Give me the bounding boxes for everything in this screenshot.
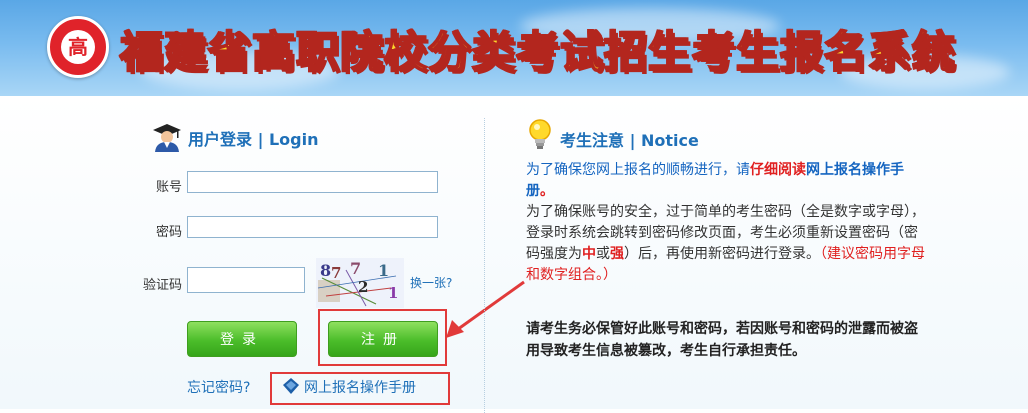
arrow-annotation-icon	[446, 280, 525, 338]
password-label: 密码	[155, 225, 182, 240]
lightbulb-icon	[529, 119, 551, 149]
notice-warning: 请考生务必保管好此账号和密码，若因账号和密码的泄露而被盗用导致考生信息被篡改，考…	[526, 321, 918, 359]
captcha-input[interactable]	[187, 267, 305, 293]
school-logo: 高	[47, 16, 109, 78]
book-icon	[283, 378, 299, 394]
svg-text:8: 8	[320, 261, 331, 280]
notice-text: ）后，再使用新密码进行登录。	[624, 246, 820, 262]
section-divider	[484, 118, 485, 413]
notice-text: 或	[596, 246, 610, 262]
site-title: 福建省高职院校分类考试招生考生报名系统	[119, 27, 956, 79]
forgot-password-link[interactable]: 忘记密码?	[187, 377, 250, 397]
notice-body: 为了确保您网上报名的顺畅进行，请仔细阅读网上报名操作手册。 为了确保账号的安全，…	[526, 160, 926, 286]
main-content: 用户登录 | Login 账号 密码 验证码 8 7 7 2 1 1 换一张? …	[0, 96, 1028, 413]
notice-text: 为了确保您网上报名的顺畅进行，请	[526, 162, 750, 178]
svg-text:1: 1	[388, 284, 398, 302]
login-heading-label: 用户登录 | Login	[188, 130, 319, 149]
manual-link-label: 网上报名操作手册	[304, 380, 416, 396]
header-banner: 高 福建省高职院校分类考试招生考生报名系统	[0, 0, 1028, 96]
svg-text:1: 1	[378, 261, 389, 280]
account-input[interactable]	[187, 171, 438, 193]
register-button[interactable]: 注册	[328, 321, 438, 357]
svg-text:2: 2	[358, 278, 368, 296]
graduate-user-icon	[153, 124, 181, 152]
login-button[interactable]: 登录	[187, 321, 297, 357]
captcha-label: 验证码	[142, 278, 182, 293]
notice-paragraph-1: 为了确保您网上报名的顺畅进行，请仔细阅读网上报名操作手册。	[526, 160, 926, 202]
notice-emphasis: 强	[610, 246, 624, 262]
password-input[interactable]	[187, 216, 438, 238]
notice-text: 。	[540, 183, 554, 199]
account-label: 账号	[155, 180, 182, 195]
logo-char: 高	[68, 35, 88, 59]
svg-text:7: 7	[350, 259, 361, 278]
captcha-image: 8 7 7 2 1 1	[316, 258, 404, 308]
notice-heading-label: 考生注意 | Notice	[560, 131, 699, 150]
svg-text:7: 7	[331, 264, 341, 282]
notice-emphasis: 中	[582, 246, 596, 262]
notice-paragraph-2: 为了确保账号的安全，过于简单的考生密码（全是数字或字母），登录时系统会跳转到密码…	[526, 202, 926, 286]
notice-emphasis: 仔细阅读	[750, 162, 806, 178]
captcha-graphic: 8 7 7 2 1 1	[316, 258, 404, 308]
